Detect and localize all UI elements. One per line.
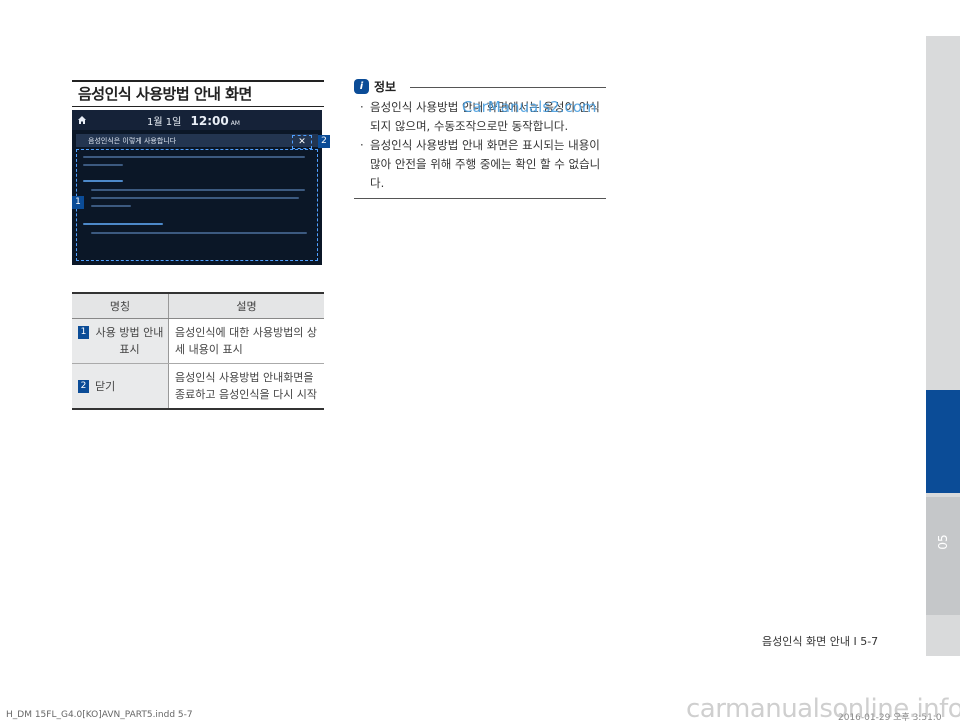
home-icon — [78, 116, 86, 124]
row-description: 음성인식 사용방법 안내화면을 종료하고 음성인식을 다시 시작 — [168, 363, 324, 410]
row-name: 닫기 — [95, 379, 116, 393]
clock-ampm: AM — [230, 120, 240, 127]
watermark-top: CarManuals2.com — [462, 98, 597, 116]
close-icon: ✕ — [298, 137, 306, 147]
close-button[interactable]: ✕ — [292, 135, 312, 149]
content-line — [91, 232, 307, 234]
row-number: 2 — [78, 379, 89, 393]
callout-badge-1: 1 — [72, 196, 84, 209]
active-chapter-tab — [926, 390, 960, 493]
screen-capture: 1월 1일 12:00 AM 음성인식은 이렇게 사용합니다 ✕ 1 — [72, 110, 322, 265]
content-line — [83, 164, 123, 166]
clock-month: 1월 — [147, 117, 163, 128]
row-name-cell: 2 닫기 — [72, 363, 169, 410]
section-title: 음성인식 사용방법 안내 화면 — [78, 85, 252, 103]
help-title: 음성인식은 이렇게 사용합니다 — [88, 137, 177, 145]
description-table: 명칭 설명 1 사용 방법 안내 표시 음성인식에 대한 사용방법의 상세 내용… — [72, 292, 324, 410]
file-footer: H_DM 15FL_G4.0[KO]AVN_PART5.indd 5-7 — [6, 710, 193, 720]
page-footer: 음성인식 화면 안내 I 5-7 — [762, 635, 879, 648]
content-line — [91, 205, 131, 207]
info-top-rule — [410, 87, 606, 88]
header-name: 명칭 — [72, 292, 169, 319]
row-name: 사용 방법 안내 표시 — [95, 326, 164, 356]
date-footer: 2016-01-29 오후 3:51:0 — [838, 713, 942, 723]
status-bar: 1월 1일 12:00 AM — [72, 110, 322, 130]
info-bottom-rule — [354, 198, 606, 199]
table-row: 1 사용 방법 안내 표시 음성인식에 대한 사용방법의 상세 내용이 표시 — [72, 318, 324, 364]
content-line — [91, 189, 305, 191]
section-title-frame: 음성인식 사용방법 안내 화면 — [72, 80, 324, 107]
header-description: 설명 — [168, 292, 324, 319]
info-icon: i — [354, 79, 369, 94]
row-name-cell: 1 사용 방법 안내 표시 — [72, 318, 169, 364]
row-description: 음성인식에 대한 사용방법의 상세 내용이 표시 — [168, 318, 324, 364]
content-heading — [83, 180, 123, 182]
content-line — [91, 197, 299, 199]
help-title-bar: 음성인식은 이렇게 사용합니다 — [76, 134, 318, 147]
table-row: 2 닫기 음성인식 사용방법 안내화면을 종료하고 음성인식을 다시 시작 — [72, 363, 324, 410]
clock-time: 12:00 — [190, 114, 229, 128]
content-heading — [83, 223, 163, 225]
chapter-number: 05 — [936, 534, 950, 550]
info-item: 음성인식 사용방법 안내 화면은 표시되는 내용이 많아 안전을 위해 주행 중… — [360, 136, 608, 193]
clock-day: 1일 — [165, 117, 182, 128]
table-header-row: 명칭 설명 — [72, 292, 324, 319]
content-line — [83, 156, 305, 158]
usage-guide-content — [76, 149, 318, 261]
info-title: 정보 — [374, 80, 397, 94]
row-number: 1 — [78, 326, 89, 339]
callout-badge-2: 2 — [318, 135, 330, 148]
clock: 1월 1일 12:00 AM — [147, 113, 240, 128]
